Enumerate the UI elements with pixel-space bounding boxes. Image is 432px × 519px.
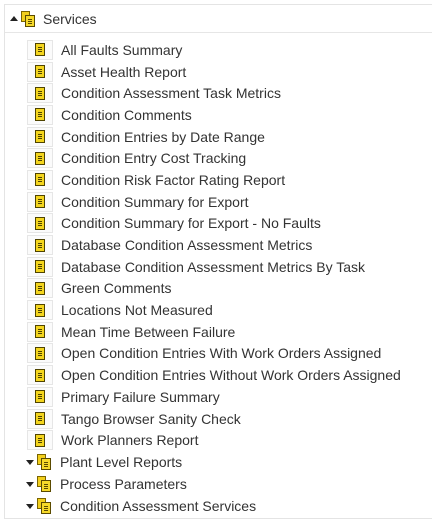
report-item[interactable]: Database Condition Assessment Metrics — [5, 234, 432, 256]
report-item[interactable]: Tango Browser Sanity Check — [5, 408, 432, 430]
tree-folder[interactable]: Condition Assessment Services — [5, 495, 432, 517]
report-item-label: Mean Time Between Failure — [61, 323, 236, 340]
report-item-label: Asset Health Report — [61, 63, 187, 80]
tree-children: All Faults Summary Asset Health Report Con… — [5, 39, 432, 517]
report-document-icon — [27, 256, 53, 277]
report-document-icon — [27, 408, 53, 429]
report-item[interactable]: Condition Entries by Date Range — [5, 126, 432, 148]
report-item[interactable]: Condition Summary for Export — [5, 191, 432, 213]
report-document-icon — [27, 104, 53, 125]
report-item[interactable]: Green Comments — [5, 278, 432, 300]
report-document-icon — [27, 83, 53, 104]
report-item-label: Locations Not Measured — [61, 302, 213, 319]
tree-node-label: Services — [43, 10, 97, 27]
tree-folder-label: Plant Level Reports — [60, 454, 183, 471]
report-item[interactable]: Condition Summary for Export - No Faults — [5, 213, 432, 235]
report-item[interactable]: Condition Risk Factor Rating Report — [5, 169, 432, 191]
report-item-label: All Faults Summary — [61, 41, 183, 58]
report-item-label: Condition Entries by Date Range — [61, 128, 265, 145]
report-item-label: Green Comments — [61, 280, 172, 297]
report-document-icon — [27, 148, 53, 169]
report-document-icon — [27, 61, 53, 82]
services-tree: Services All Faults Summary Asset Health … — [4, 4, 432, 519]
report-item[interactable]: Asset Health Report — [5, 61, 432, 83]
report-document-icon — [27, 365, 53, 386]
report-item-label: Open Condition Entries With Work Orders … — [61, 345, 382, 362]
report-item[interactable]: Condition Entry Cost Tracking — [5, 147, 432, 169]
folder-icon — [37, 498, 51, 515]
report-item-label: Condition Risk Factor Rating Report — [61, 171, 286, 188]
tree-folder[interactable]: Process Parameters — [5, 473, 432, 495]
tree-folder-label: Process Parameters — [60, 476, 187, 493]
report-item[interactable]: Open Condition Entries Without Work Orde… — [5, 364, 432, 386]
report-document-icon — [27, 386, 53, 407]
folder-icon — [37, 476, 51, 493]
report-document-icon — [27, 278, 53, 299]
report-item-label: Work Planners Report — [61, 432, 199, 449]
report-document-icon — [27, 430, 53, 451]
report-item[interactable]: Locations Not Measured — [5, 299, 432, 321]
report-item-label: Condition Assessment Task Metrics — [61, 85, 281, 102]
report-item[interactable]: Open Condition Entries With Work Orders … — [5, 343, 432, 365]
report-item[interactable]: Primary Failure Summary — [5, 386, 432, 408]
report-item[interactable]: Condition Comments — [5, 104, 432, 126]
report-document-icon — [27, 126, 53, 147]
tree-folder-label: Condition Assessment Services — [60, 498, 257, 515]
report-document-icon — [27, 169, 53, 190]
report-document-icon — [27, 343, 53, 364]
report-item[interactable]: Condition Assessment Task Metrics — [5, 82, 432, 104]
report-item-label: Tango Browser Sanity Check — [61, 410, 241, 427]
report-item-label: Condition Entry Cost Tracking — [61, 150, 247, 167]
report-item[interactable]: All Faults Summary — [5, 39, 432, 61]
report-item[interactable]: Database Condition Assessment Metrics By… — [5, 256, 432, 278]
report-item-label: Database Condition Assessment Metrics — [61, 237, 313, 254]
report-document-icon — [27, 191, 53, 212]
report-item[interactable]: Work Planners Report — [5, 429, 432, 451]
report-document-icon — [27, 321, 53, 342]
tree-folder[interactable]: Plant Level Reports — [5, 451, 432, 473]
report-item[interactable]: Mean Time Between Failure — [5, 321, 432, 343]
collapse-triangle-icon[interactable] — [10, 16, 18, 21]
expand-triangle-icon[interactable] — [26, 481, 34, 487]
expand-triangle-icon[interactable] — [26, 503, 34, 509]
folder-icon — [21, 10, 35, 27]
expand-triangle-icon[interactable] — [26, 459, 34, 465]
report-document-icon — [27, 235, 53, 256]
folder-icon — [37, 454, 51, 471]
report-item-label: Database Condition Assessment Metrics By… — [61, 258, 365, 275]
report-item-label: Open Condition Entries Without Work Orde… — [61, 367, 401, 384]
tree-node-services[interactable]: Services — [5, 5, 432, 33]
report-item-label: Condition Summary for Export - No Faults — [61, 215, 321, 232]
report-item-label: Condition Comments — [61, 106, 192, 123]
report-document-icon — [27, 300, 53, 321]
report-item-label: Primary Failure Summary — [61, 388, 220, 405]
report-document-icon — [27, 39, 53, 60]
report-document-icon — [27, 213, 53, 234]
report-item-label: Condition Summary for Export — [61, 193, 249, 210]
